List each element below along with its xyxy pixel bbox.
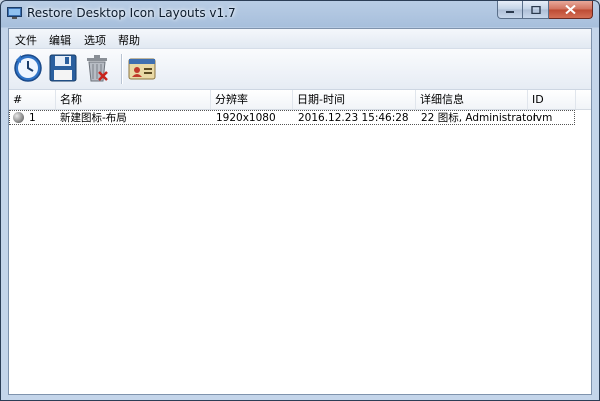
menu-edit[interactable]: 编辑 [49, 32, 71, 48]
column-header-id[interactable]: ID [528, 90, 576, 109]
column-header-name[interactable]: 名称 [56, 90, 211, 109]
cell-details: 22 图标, Administrator [421, 112, 537, 124]
minimize-icon [506, 10, 514, 13]
menu-help[interactable]: 帮助 [118, 32, 140, 48]
app-window: Restore Desktop Icon Layouts v1.7 文件 编辑 … [0, 0, 600, 401]
window-title: Restore Desktop Icon Layouts v1.7 [27, 6, 236, 20]
cell-num: 1 [29, 112, 36, 124]
toolbar [9, 49, 591, 90]
title-bar[interactable]: Restore Desktop Icon Layouts v1.7 [1, 1, 599, 28]
cell-resolution: 1920x1080 [216, 112, 276, 124]
list-header: # 名称 分辨率 日期-时间 详细信息 ID [9, 90, 591, 110]
toolbar-separator [121, 54, 123, 84]
cell-id: lvm [533, 112, 553, 124]
maximize-button[interactable] [523, 1, 549, 19]
properties-icon[interactable] [126, 52, 158, 84]
column-header-resolution[interactable]: 分辨率 [211, 90, 293, 109]
minimize-button[interactable] [497, 1, 523, 19]
column-header-details[interactable]: 详细信息 [416, 90, 528, 109]
cell-datetime: 2016.12.23 15:46:28 [298, 112, 409, 124]
cell-name: 新建图标-布局 [60, 112, 127, 124]
close-icon [565, 5, 576, 14]
app-icon [7, 7, 22, 19]
menu-bar: 文件 编辑 选项 帮助 [9, 29, 591, 49]
column-header-num[interactable]: # [9, 90, 56, 109]
column-header-datetime[interactable]: 日期-时间 [293, 90, 416, 109]
delete-icon[interactable] [81, 52, 113, 84]
menu-options[interactable]: 选项 [84, 32, 106, 48]
maximize-icon [530, 5, 541, 14]
restore-clock-icon[interactable] [12, 52, 44, 84]
client-area: 文件 编辑 选项 帮助 # 名称 分辨率 日期-时间 详细信息 ID 1 新建图… [8, 28, 592, 395]
layout-status-icon [13, 112, 24, 123]
save-icon[interactable] [47, 52, 79, 84]
menu-file[interactable]: 文件 [15, 32, 37, 48]
table-row[interactable]: 1 新建图标-布局 1920x1080 2016.12.23 15:46:28 … [9, 110, 575, 125]
layout-list[interactable]: # 名称 分辨率 日期-时间 详细信息 ID 1 新建图标-布局 1920x10… [9, 90, 591, 394]
close-button[interactable] [549, 1, 593, 19]
